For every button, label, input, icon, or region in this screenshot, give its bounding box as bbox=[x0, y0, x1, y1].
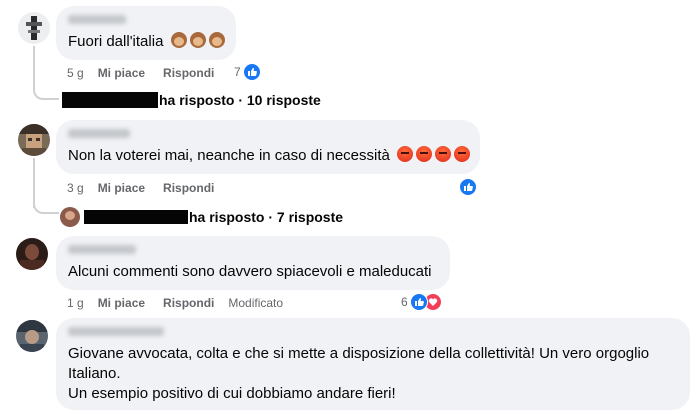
comment-text: Non la voterei mai, neanche in caso di n… bbox=[68, 146, 471, 166]
see-no-evil-monkey-icon bbox=[189, 32, 206, 48]
avatar bbox=[60, 207, 80, 227]
avatar[interactable] bbox=[18, 124, 50, 156]
like-button[interactable]: Mi piace bbox=[98, 181, 145, 195]
comment-bubble: Non la voterei mai, neanche in caso di n… bbox=[56, 120, 480, 174]
comment-author[interactable] bbox=[68, 15, 126, 24]
comment-time[interactable]: 5 g bbox=[67, 66, 84, 80]
comment-time[interactable]: 3 g bbox=[67, 181, 84, 195]
comment-text-line: Giovane avvocata, colta e che si mette a… bbox=[68, 345, 650, 362]
comment-author[interactable] bbox=[68, 245, 136, 254]
see-no-evil-monkey-icon bbox=[208, 32, 225, 48]
reaction-summary[interactable]: 6 bbox=[401, 293, 442, 311]
emoji-row bbox=[168, 32, 225, 50]
see-no-evil-monkey-icon bbox=[170, 32, 187, 48]
comment-actions: 5 g Mi piace Rispondi bbox=[67, 66, 232, 80]
reaction-count: 6 bbox=[401, 295, 408, 309]
avatar[interactable] bbox=[16, 238, 48, 270]
comment-bubble: Fuori dall'italia bbox=[56, 6, 236, 60]
angry-face-icon bbox=[454, 146, 471, 162]
like-reaction-icon bbox=[459, 178, 477, 196]
comment-bubble: Alcuni commenti sono davvero spiacevoli … bbox=[56, 236, 450, 290]
reaction-count: 7 bbox=[234, 65, 241, 79]
replies-summary: ha risposto · 7 risposte bbox=[189, 209, 344, 225]
comment-text-line: Un esempio positivo di cui dobbiamo anda… bbox=[68, 385, 396, 402]
avatar[interactable] bbox=[18, 12, 50, 44]
reaction-summary[interactable] bbox=[459, 178, 477, 196]
thread-line bbox=[33, 46, 35, 92]
redacted-name bbox=[84, 210, 188, 224]
redacted-name bbox=[62, 92, 158, 108]
thread-line bbox=[33, 158, 35, 208]
like-button[interactable]: Mi piace bbox=[98, 296, 145, 310]
thread-line bbox=[33, 88, 59, 100]
emoji-row bbox=[394, 146, 471, 164]
comment-actions: 3 g Mi piace Rispondi bbox=[67, 181, 232, 195]
reaction-summary[interactable]: 7 bbox=[234, 63, 261, 81]
like-reaction-icon bbox=[409, 293, 428, 311]
view-replies-link[interactable]: ha risposto · 7 risposte bbox=[60, 207, 343, 227]
comment-text-line: Italiano. bbox=[68, 365, 121, 382]
comment-text: Fuori dall'italia bbox=[68, 32, 225, 52]
reply-button[interactable]: Rispondi bbox=[163, 66, 214, 80]
like-button[interactable]: Mi piace bbox=[98, 66, 145, 80]
comment-author[interactable] bbox=[68, 327, 164, 336]
comment-actions: 1 g Mi piace Rispondi Modificato bbox=[67, 296, 283, 310]
comment-text: Alcuni commenti sono davvero spiacevoli … bbox=[68, 263, 432, 280]
angry-face-icon bbox=[416, 146, 433, 162]
comment-author[interactable] bbox=[68, 129, 130, 138]
angry-face-icon bbox=[435, 146, 452, 162]
edited-label: Modificato bbox=[228, 296, 284, 310]
view-replies-link[interactable]: ha risposto · 10 risposte bbox=[62, 92, 321, 108]
avatar[interactable] bbox=[16, 320, 48, 352]
reply-button[interactable]: Rispondi bbox=[163, 296, 214, 310]
angry-face-icon bbox=[397, 146, 414, 162]
reply-button[interactable]: Rispondi bbox=[163, 181, 214, 195]
thread-line bbox=[33, 202, 59, 214]
replies-summary: ha risposto · 10 risposte bbox=[159, 92, 321, 108]
comments-section: Fuori dall'italia 5 g Mi piace Rispondi … bbox=[0, 0, 700, 415]
like-reaction-icon bbox=[242, 63, 261, 81]
comment-time[interactable]: 1 g bbox=[67, 296, 84, 310]
comment-bubble: Giovane avvocata, colta e che si mette a… bbox=[56, 318, 690, 410]
